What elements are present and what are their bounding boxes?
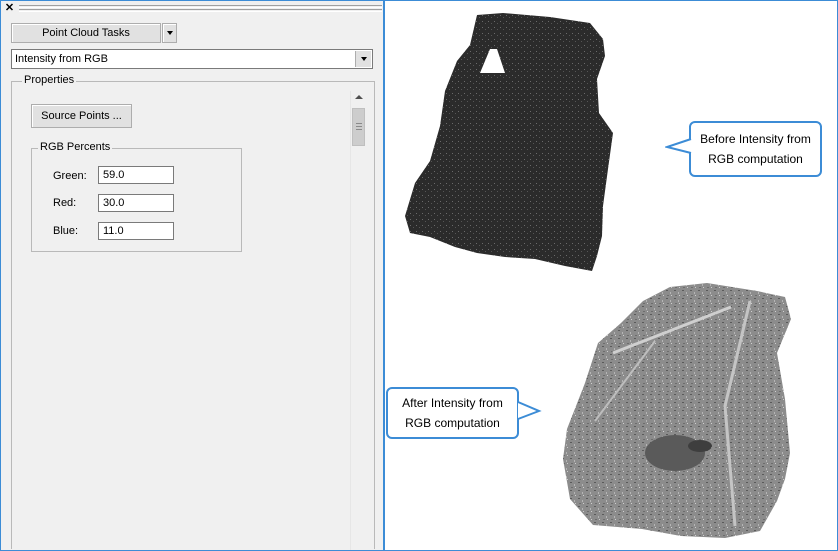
task-select[interactable]: Intensity from RGB bbox=[11, 49, 373, 69]
callout-before-line-2: RGB computation bbox=[708, 152, 803, 166]
properties-label: Properties bbox=[22, 74, 77, 86]
callout-after-tail bbox=[517, 401, 542, 420]
callout-before-line-1: Before Intensity from bbox=[700, 132, 811, 146]
callout-after-line-2: RGB computation bbox=[405, 416, 500, 430]
point-cloud-canvas bbox=[405, 13, 791, 538]
panel-titlebar[interactable]: ✕ bbox=[1, 1, 384, 15]
tasks-dropdown-button[interactable] bbox=[162, 23, 177, 43]
properties-scrollbar[interactable] bbox=[350, 91, 368, 550]
thumb-grip-line bbox=[356, 123, 362, 124]
thumb-grip-line bbox=[356, 129, 362, 130]
red-field[interactable]: 30.0 bbox=[98, 194, 174, 212]
thumb-grip-line bbox=[356, 126, 362, 127]
callout-before-tail bbox=[665, 138, 692, 154]
green-field[interactable]: 59.0 bbox=[98, 166, 174, 184]
task-select-dropdown[interactable] bbox=[355, 51, 371, 67]
point-cloud-tasks-label: Point Cloud Tasks bbox=[42, 27, 130, 39]
rgb-percents-label: RGB Percents bbox=[38, 141, 113, 153]
scroll-up-icon[interactable] bbox=[355, 95, 363, 99]
cloud-before bbox=[405, 13, 613, 271]
drag-grip-lower[interactable] bbox=[19, 9, 382, 12]
callout-after: After Intensity from RGB computation bbox=[386, 387, 519, 439]
source-points-label: Source Points ... bbox=[41, 110, 122, 122]
red-label: Red: bbox=[53, 197, 77, 209]
drag-grip[interactable] bbox=[19, 5, 382, 8]
blue-label: Blue: bbox=[53, 225, 79, 237]
chevron-down-icon bbox=[360, 57, 367, 61]
rgb-percents-group: RGB Percents Green: 59.0 Red: 30.0 Blue:… bbox=[31, 141, 242, 252]
cloud-after bbox=[563, 283, 791, 538]
scroll-thumb[interactable] bbox=[352, 108, 365, 146]
pit-marker-2 bbox=[688, 440, 712, 452]
green-label: Green: bbox=[53, 170, 87, 182]
point-cloud-view[interactable]: Before Intensity from RGB computation Af… bbox=[385, 1, 836, 549]
blue-field[interactable]: 11.0 bbox=[98, 222, 174, 240]
callout-before: Before Intensity from RGB computation bbox=[689, 121, 822, 177]
close-icon[interactable]: ✕ bbox=[4, 3, 15, 14]
task-select-value: Intensity from RGB bbox=[15, 53, 108, 65]
chevron-down-icon bbox=[166, 31, 173, 35]
callout-after-line-1: After Intensity from bbox=[402, 396, 503, 410]
point-cloud-tasks-button[interactable]: Point Cloud Tasks bbox=[11, 23, 161, 43]
source-points-button[interactable]: Source Points ... bbox=[31, 104, 132, 128]
point-cloud-panel: ✕ Point Cloud Tasks Intensity from RGB P… bbox=[1, 1, 384, 550]
